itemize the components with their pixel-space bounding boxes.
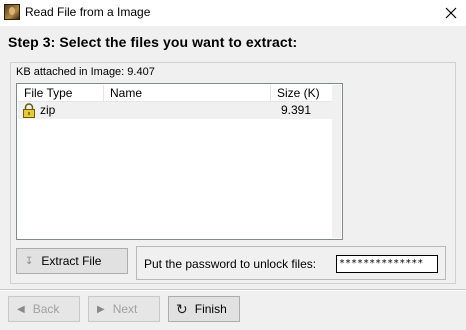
finish-label: Finish: [194, 302, 227, 316]
extract-file-button[interactable]: ↧ Extract File: [16, 248, 128, 274]
back-arrow-icon: ◀: [17, 303, 25, 315]
mona-lisa-app-icon: [4, 4, 20, 20]
password-field[interactable]: **************: [336, 255, 438, 273]
next-button[interactable]: ▶ Next: [88, 296, 160, 322]
finish-button[interactable]: ↻ Finish: [168, 296, 240, 322]
next-arrow-icon: ▶: [97, 303, 105, 315]
footer-divider: [0, 289, 466, 291]
title-bar: Read File from a Image: [0, 0, 466, 26]
file-list-header: File Type Name Size (K): [18, 85, 333, 102]
file-list[interactable]: File Type Name Size (K) zip 9.391: [16, 83, 343, 240]
extract-arrow-icon: ↧: [25, 255, 34, 267]
password-label: Put the password to unlock files:: [144, 257, 317, 271]
cell-file-type: zip: [40, 103, 56, 117]
table-row[interactable]: zip 9.391: [18, 102, 333, 119]
column-header-size[interactable]: Size (K): [271, 85, 333, 102]
back-button[interactable]: ◀ Back: [8, 296, 80, 322]
next-label: Next: [112, 302, 138, 316]
back-label: Back: [32, 302, 60, 316]
close-icon: [445, 7, 457, 19]
window-title: Read File from a Image: [25, 5, 151, 19]
column-header-file-type[interactable]: File Type: [18, 85, 104, 102]
step-header: Step 3: Select the files you want to ext…: [8, 34, 298, 50]
column-header-name[interactable]: Name: [104, 85, 271, 102]
extract-file-label: Extract File: [41, 254, 102, 268]
lock-icon: [23, 103, 35, 118]
kb-attached-label: KB attached in Image: 9.407: [16, 66, 155, 78]
refresh-icon: ↻: [176, 300, 188, 317]
close-button[interactable]: [436, 0, 466, 26]
vertical-scrollbar[interactable]: [332, 85, 341, 238]
cell-size: 9.391: [281, 103, 312, 117]
